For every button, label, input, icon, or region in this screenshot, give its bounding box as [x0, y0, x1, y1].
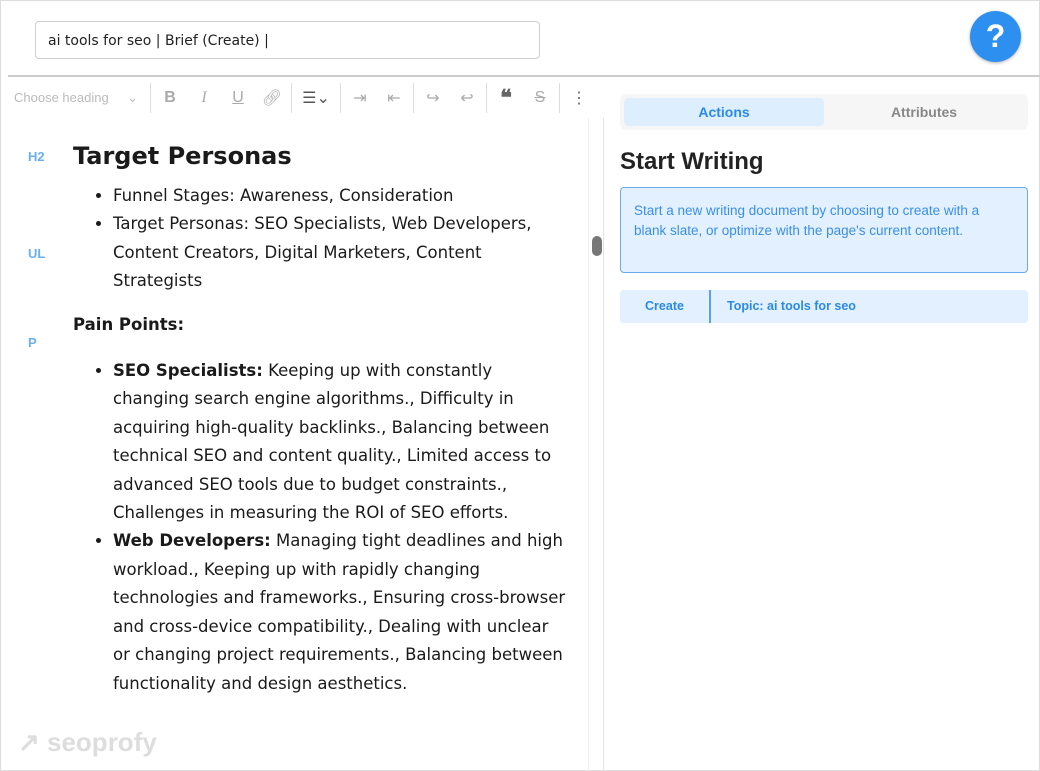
divider — [8, 75, 1040, 77]
editor-pane[interactable]: H2 UL P Target Personas Funnel Stages: A… — [8, 118, 588, 771]
action-bar: Create Topic: ai tools for seo — [620, 290, 1028, 323]
heading: Target Personas — [73, 142, 292, 170]
link-icon[interactable]: 🔗︎ — [255, 83, 289, 113]
list-item: SEO Specialists: Keeping up with constan… — [113, 357, 568, 527]
underline-icon[interactable]: U — [221, 83, 255, 113]
item-label: SEO Specialists: — [113, 361, 263, 381]
undo-icon[interactable]: ↩ — [450, 83, 484, 113]
strikethrough-icon[interactable]: S — [523, 83, 557, 113]
outdent-icon[interactable]: ⇤ — [377, 83, 411, 113]
heading-select[interactable]: Choose heading ⌄ — [8, 90, 148, 106]
panel-tabs: Actions Attributes — [620, 94, 1028, 130]
bullet-list-icon[interactable]: ☰⌄ — [294, 83, 338, 113]
tab-actions[interactable]: Actions — [624, 98, 824, 126]
indent-icon[interactable]: ⇥ — [343, 83, 377, 113]
bold-icon[interactable]: B — [153, 83, 187, 113]
editor-toolbar: Choose heading ⌄ B I U 🔗︎ ☰⌄ ⇥ ⇤ ↪ ↩ ❝ S … — [8, 80, 608, 116]
paragraph: Pain Points: — [73, 314, 185, 334]
divider — [603, 118, 604, 771]
list: Funnel Stages: Awareness, Consideration … — [73, 182, 568, 296]
block-tag-ul: UL — [28, 246, 46, 261]
divider — [588, 118, 589, 771]
list-item: Target Personas: SEO Specialists, Web De… — [113, 210, 568, 295]
info-box: Start a new writing document by choosing… — [620, 187, 1028, 273]
help-button[interactable]: ? — [970, 11, 1021, 62]
list-item: Web Developers: Managing tight deadlines… — [113, 527, 568, 697]
list-item: Funnel Stages: Awareness, Consideration — [113, 182, 568, 210]
watermark-logo: ↗ seoprofy — [18, 727, 157, 757]
block-tag-h2: H2 — [28, 149, 45, 164]
tab-attributes[interactable]: Attributes — [824, 98, 1024, 126]
italic-icon[interactable]: I — [187, 83, 221, 113]
item-text: Managing tight deadlines and high worklo… — [113, 531, 566, 693]
chevron-down-icon: ⌄ — [127, 90, 138, 105]
heading-placeholder: Choose heading — [14, 90, 109, 105]
document[interactable]: Target Personas Funnel Stages: Awareness… — [73, 118, 568, 698]
panel-title: Start Writing — [620, 148, 764, 175]
scrollbar[interactable] — [592, 236, 602, 256]
blockquote-icon[interactable]: ❝ — [489, 83, 523, 113]
pain-list: SEO Specialists: Keeping up with constan… — [73, 357, 568, 698]
redo-icon[interactable]: ↪ — [416, 83, 450, 113]
more-icon[interactable]: ⋮ — [562, 83, 596, 113]
item-label: Web Developers: — [113, 531, 271, 551]
title-input[interactable]: ai tools for seo | Brief (Create) | — [35, 21, 540, 59]
create-button[interactable]: Create — [620, 290, 711, 323]
block-tag-p: P — [28, 335, 37, 350]
topic-label: Topic: ai tools for seo — [727, 299, 856, 313]
item-text: Keeping up with constantly changing sear… — [113, 361, 552, 523]
